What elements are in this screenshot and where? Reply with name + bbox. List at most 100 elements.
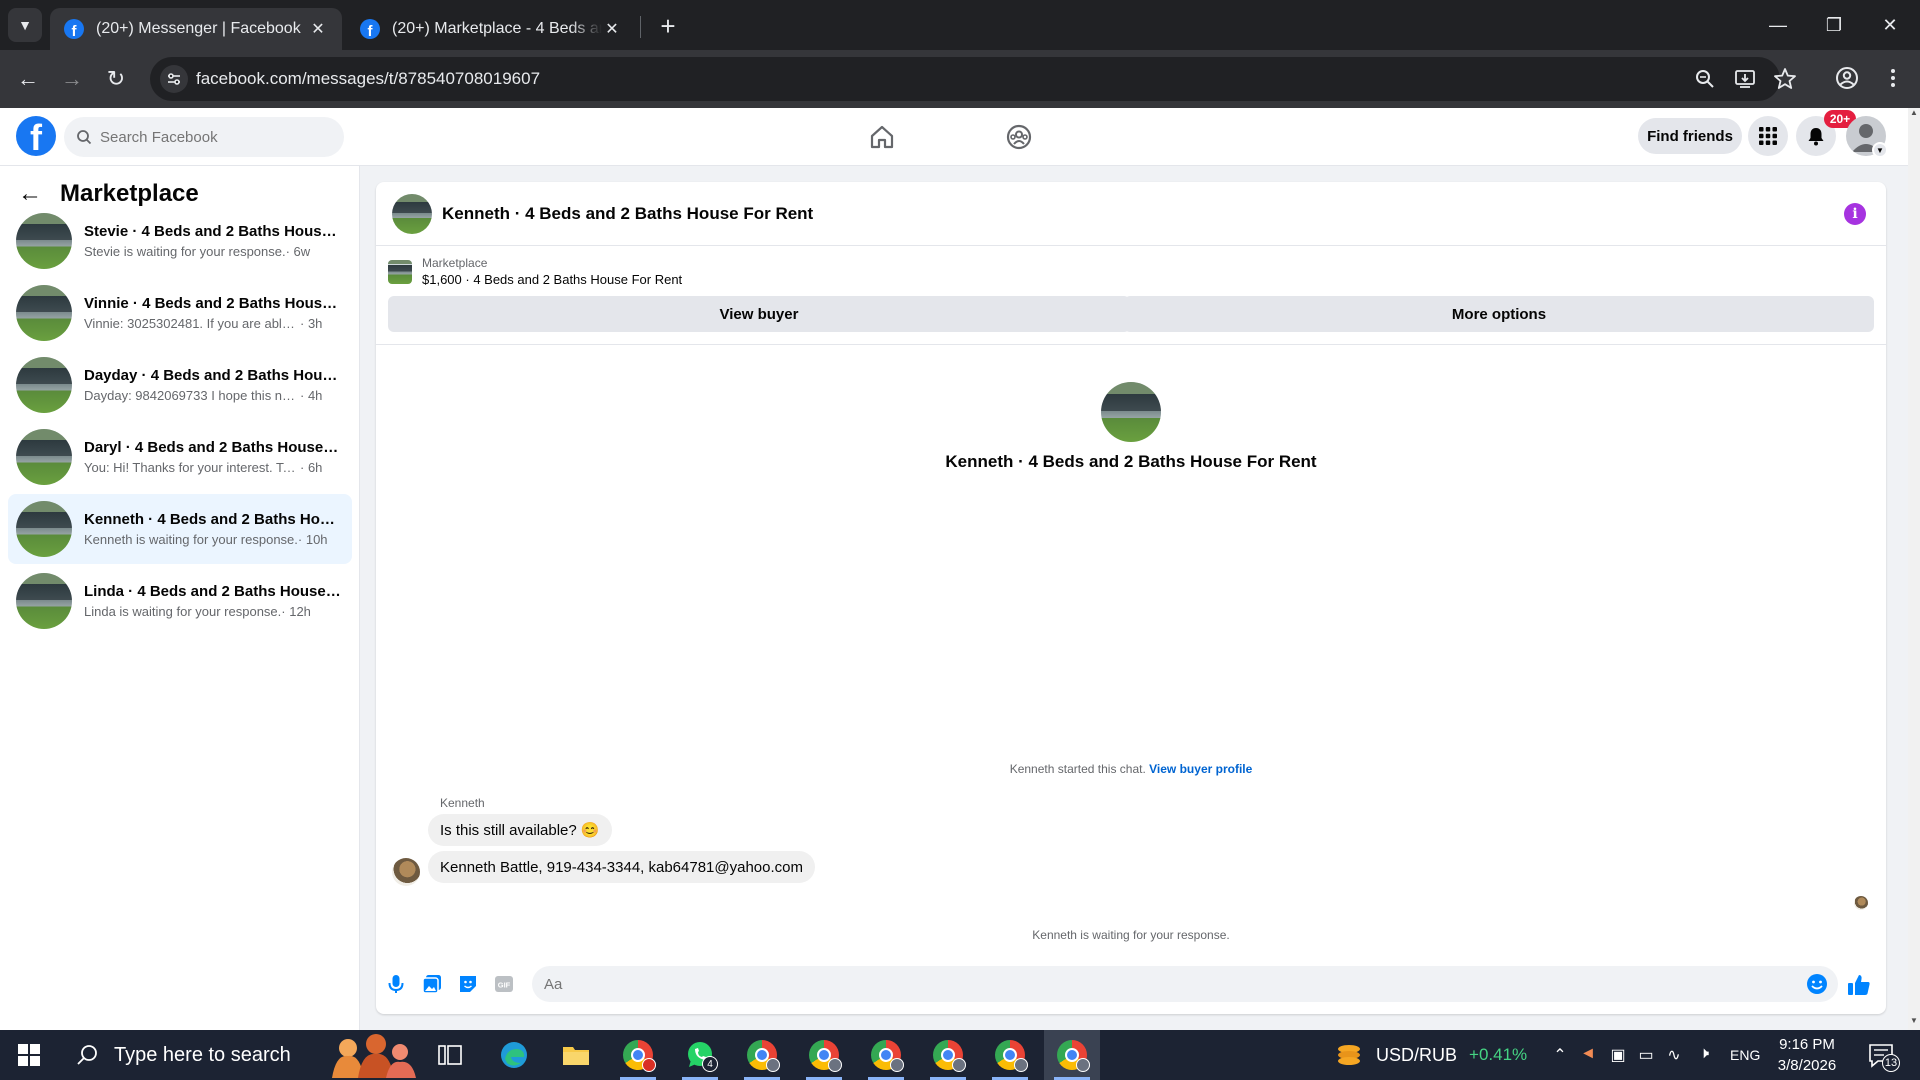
facebook-logo-icon[interactable]: f <box>16 116 56 156</box>
address-bar[interactable]: facebook.com/messages/t/878540708019607 <box>150 57 1796 101</box>
chrome-taskbar-app[interactable] <box>734 1030 790 1080</box>
chrome-taskbar-app[interactable] <box>858 1030 914 1080</box>
chat-started-text: Kenneth started this chat. <box>1009 762 1146 776</box>
conversation-item[interactable]: Linda · 4 Beds and 2 Baths House For Ren… <box>8 566 352 636</box>
conversation-time: · 10h <box>297 532 328 547</box>
menu-button[interactable] <box>1748 116 1788 156</box>
bookmark-star-icon[interactable] <box>1772 66 1798 92</box>
message-input-box[interactable] <box>532 966 1838 1002</box>
conversation-time: · 4h <box>300 388 323 403</box>
close-tab-icon[interactable]: ✕ <box>308 19 328 39</box>
gif-icon[interactable]: GIF <box>492 972 516 996</box>
listing-price-title: $1,600 · 4 Beds and 2 Baths House For Re… <box>422 272 683 287</box>
close-window-button[interactable]: ✕ <box>1862 0 1918 50</box>
sender-avatar[interactable] <box>392 858 420 886</box>
close-tab-icon[interactable]: ✕ <box>602 19 622 39</box>
conversation-item-selected[interactable]: Kenneth · 4 Beds and 2 Baths House For R… <box>8 494 352 564</box>
whatsapp-taskbar-app[interactable]: 4 <box>672 1030 728 1080</box>
more-options-button[interactable]: More options <box>1124 296 1874 332</box>
browser-tabstrip: ▼ f (20+) Messenger | Facebook ✕ f (20+)… <box>0 0 1920 50</box>
meet-now-icon[interactable]: ▣ <box>1608 1045 1628 1065</box>
listing-thumbnail[interactable] <box>392 193 432 234</box>
chrome-taskbar-app[interactable] <box>796 1030 852 1080</box>
microphone-icon[interactable] <box>384 972 408 996</box>
photo-icon[interactable] <box>420 972 444 996</box>
find-friends-button[interactable]: Find friends <box>1638 118 1742 154</box>
chrome-taskbar-app-active[interactable] <box>1044 1030 1100 1080</box>
conversation-item[interactable]: Daryl · 4 Beds and 2 Baths House For Ren… <box>8 422 352 492</box>
new-tab-button[interactable]: + <box>652 10 684 42</box>
zoom-icon[interactable] <box>1692 66 1718 92</box>
tab-title: (20+) Marketplace - 4 Beds and 2 Baths H… <box>392 20 602 37</box>
minimize-window-button[interactable]: — <box>1750 0 1806 50</box>
back-button[interactable]: ← <box>10 61 46 97</box>
speaker-muted-alert-icon[interactable]: ◄ <box>1578 1045 1598 1065</box>
input-language[interactable]: ENG <box>1730 1030 1760 1080</box>
chat-intro-title: Kenneth · 4 Beds and 2 Baths House For R… <box>945 452 1317 471</box>
conversation-name: Daryl · 4 Beds and 2 Baths House For Ren… <box>84 439 342 456</box>
chat-title[interactable]: Kenneth · 4 Beds and 2 Baths House For R… <box>442 204 813 224</box>
emoji-icon[interactable] <box>1806 973 1828 995</box>
sticker-icon[interactable] <box>456 972 480 996</box>
view-buyer-button[interactable]: View buyer <box>388 296 1130 332</box>
scroll-up-arrow-icon[interactable]: ▲ <box>1908 108 1920 122</box>
conversation-item[interactable]: Stevie · 4 Beds and 2 Baths House For Re… <box>8 206 352 276</box>
show-hidden-icons-icon[interactable]: ⌃ <box>1550 1045 1570 1065</box>
message-input[interactable] <box>544 975 1784 993</box>
tab-search-button[interactable]: ▼ <box>8 8 42 42</box>
listing-summary[interactable]: Marketplace $1,600 · 4 Beds and 2 Baths … <box>388 256 682 287</box>
task-view-button[interactable] <box>422 1030 478 1080</box>
conversation-time: · 6w <box>285 244 311 259</box>
facebook-header: f Find friends 20+ ▼ <box>0 108 1908 166</box>
profile-badge-icon <box>1076 1058 1090 1072</box>
browser-menu-icon[interactable] <box>1878 63 1908 93</box>
browser-tab-messenger[interactable]: f (20+) Messenger | Facebook ✕ <box>50 8 342 50</box>
info-icon[interactable]: i <box>1844 203 1866 225</box>
task-view-icon <box>438 1045 462 1065</box>
back-arrow-icon[interactable]: ← <box>18 180 42 208</box>
file-explorer-taskbar-app[interactable] <box>548 1030 604 1080</box>
chrome-taskbar-app[interactable] <box>920 1030 976 1080</box>
battery-icon[interactable]: ▭ <box>1636 1045 1656 1065</box>
thumbs-up-icon[interactable] <box>1846 972 1872 998</box>
conversation-preview: Linda is waiting for your response. <box>84 604 282 619</box>
facebook-search-box[interactable] <box>64 117 344 157</box>
facebook-search-input[interactable] <box>100 128 320 146</box>
groups-icon[interactable] <box>1004 122 1034 152</box>
conversation-preview: Vinnie: 3025302481. If you are able to t… <box>84 316 300 331</box>
start-button[interactable] <box>0 1030 58 1080</box>
install-app-icon[interactable] <box>1732 66 1758 92</box>
browser-toolbar: ← → ↻ facebook.com/messages/t/8785407080… <box>0 50 1920 108</box>
conversation-name: Vinnie · 4 Beds and 2 Baths House For Re… <box>84 295 342 312</box>
conversation-preview: Kenneth is waiting for your response. <box>84 532 298 547</box>
message-bubble[interactable]: Is this still available? 😊 <box>428 814 612 846</box>
view-buyer-profile-link[interactable]: View buyer profile <box>1149 762 1252 776</box>
chrome-taskbar-app[interactable] <box>610 1030 666 1080</box>
search-icon <box>77 1045 97 1065</box>
conversation-name: Stevie · 4 Beds and 2 Baths House For Re… <box>84 223 342 240</box>
site-info-icon[interactable] <box>160 65 188 93</box>
profile-badge-icon <box>890 1058 904 1072</box>
home-icon[interactable] <box>867 122 897 152</box>
profile-badge-icon <box>1014 1058 1028 1072</box>
svg-text:GIF: GIF <box>498 981 511 990</box>
edge-taskbar-app[interactable] <box>486 1030 542 1080</box>
ticker-widget[interactable]: USD/RUB +0.41% <box>1334 1030 1527 1080</box>
volume-icon[interactable]: 🕨 <box>1694 1045 1714 1065</box>
conversation-item[interactable]: Vinnie · 4 Beds and 2 Baths House For Re… <box>8 278 352 348</box>
chrome-taskbar-app[interactable] <box>982 1030 1038 1080</box>
reload-button[interactable]: ↻ <box>98 61 134 97</box>
scroll-down-arrow-icon[interactable]: ▼ <box>1908 1016 1920 1030</box>
page-scrollbar[interactable]: ▲ ▼ <box>1908 108 1920 1030</box>
conversation-item[interactable]: Dayday · 4 Beds and 2 Baths House For Re… <box>8 350 352 420</box>
chevron-down-icon[interactable]: ▼ <box>1872 142 1888 158</box>
forward-button[interactable]: → <box>54 61 90 97</box>
restore-window-button[interactable]: ❐ <box>1806 0 1862 50</box>
conversation-preview: Dayday: 9842069733 I hope this not a sca… <box>84 388 300 403</box>
message-bubble[interactable]: Kenneth Battle, 919-434-3344, kab64781@y… <box>428 851 815 883</box>
browser-tab-marketplace[interactable]: f (20+) Marketplace - 4 Beds and 2 Baths… <box>346 8 636 50</box>
wifi-icon[interactable]: ∿ <box>1664 1045 1684 1065</box>
taskbar-search[interactable]: Type here to search <box>58 1030 328 1080</box>
profile-account-icon[interactable] <box>1832 63 1862 93</box>
system-clock[interactable]: 9:16 PM 3/8/2026 <box>1764 1034 1850 1076</box>
